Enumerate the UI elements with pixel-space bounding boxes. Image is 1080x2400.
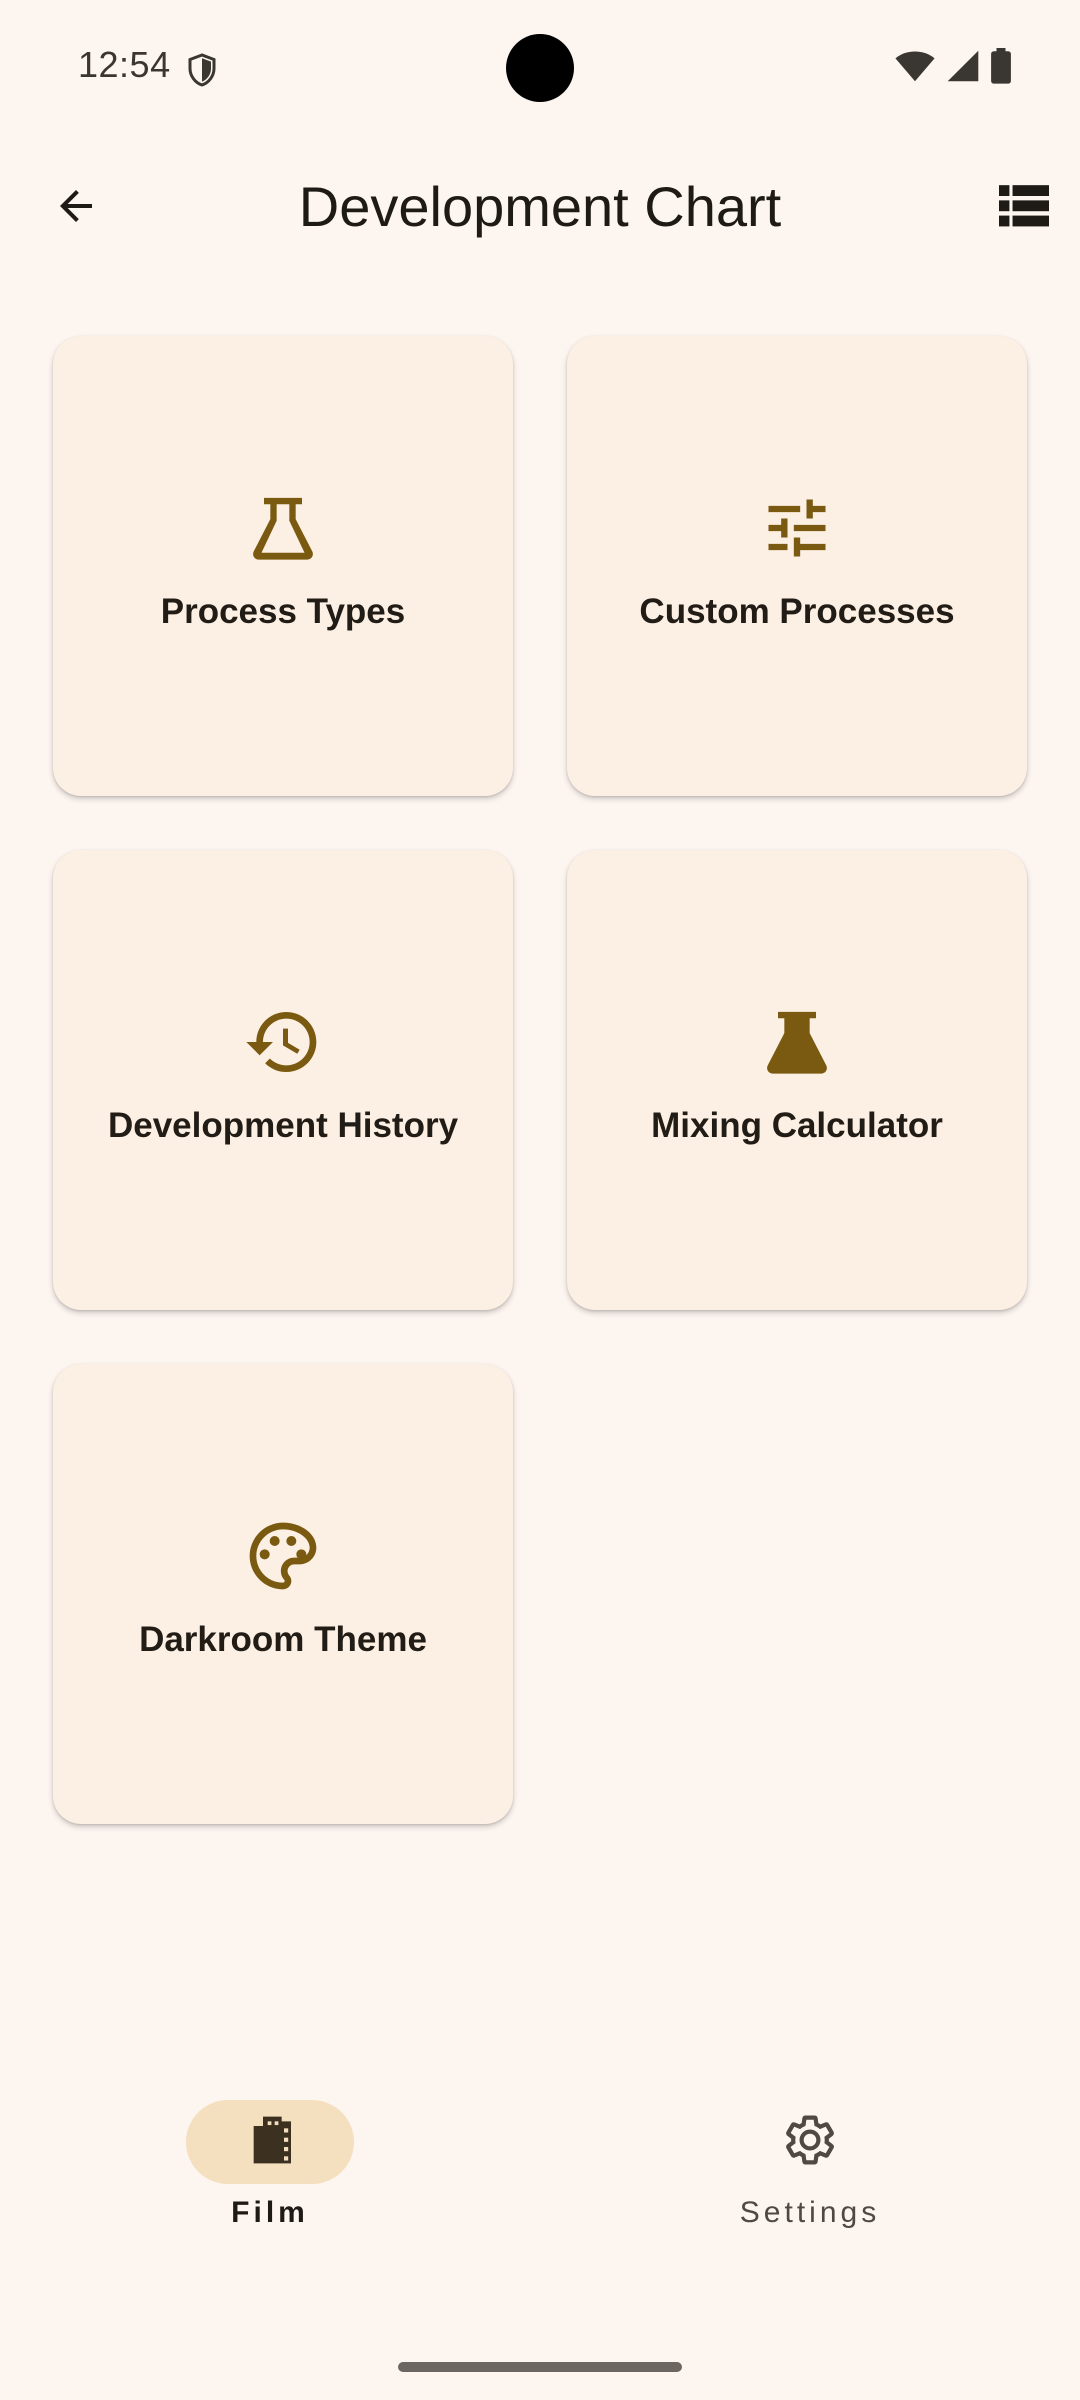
card-label: Mixing Calculator xyxy=(651,1106,943,1145)
nav-icon-container xyxy=(726,2100,894,2184)
nav-item-settings[interactable]: Settings xyxy=(660,2100,960,2250)
palette-icon xyxy=(243,1516,323,1596)
development-history-card[interactable]: Development History xyxy=(53,850,513,1310)
flask-outline-icon xyxy=(243,488,323,568)
custom-processes-card[interactable]: Custom Processes xyxy=(567,336,1027,796)
battery-icon xyxy=(990,47,1012,89)
shield-icon xyxy=(184,50,220,90)
cellular-signal-icon xyxy=(946,49,980,88)
bottom-navigation: Film Settings xyxy=(0,2060,1080,2260)
flask-filled-icon xyxy=(757,1002,837,1082)
nav-label: Film xyxy=(231,2196,309,2229)
gear-icon xyxy=(782,2112,838,2173)
darkroom-theme-card[interactable]: Darkroom Theme xyxy=(53,1364,513,1824)
home-indicator[interactable] xyxy=(398,2362,682,2372)
screen: 12:54 Development Chart Process Types Cu… xyxy=(0,0,1080,2400)
history-icon xyxy=(243,1002,323,1082)
camera-cutout xyxy=(506,34,574,102)
nav-item-film[interactable]: Film xyxy=(120,2100,420,2250)
nav-active-indicator xyxy=(186,2100,354,2184)
tune-sliders-icon xyxy=(757,488,837,568)
status-bar: 12:54 xyxy=(0,0,1080,130)
wifi-icon xyxy=(894,49,936,88)
mixing-calculator-card[interactable]: Mixing Calculator xyxy=(567,850,1027,1310)
view-list-button[interactable] xyxy=(982,166,1066,250)
card-label: Custom Processes xyxy=(639,592,955,631)
card-label: Process Types xyxy=(160,592,406,631)
status-icons xyxy=(894,47,1012,89)
page-title: Development Chart xyxy=(298,175,782,238)
view-list-icon xyxy=(999,184,1049,232)
top-app-bar: Development Chart xyxy=(0,150,1080,266)
film-icon xyxy=(243,2112,297,2173)
status-time: 12:54 xyxy=(78,44,171,85)
card-label: Development History xyxy=(107,1106,459,1145)
process-types-card[interactable]: Process Types xyxy=(53,336,513,796)
card-label: Darkroom Theme xyxy=(139,1620,427,1659)
nav-label: Settings xyxy=(739,2196,881,2229)
